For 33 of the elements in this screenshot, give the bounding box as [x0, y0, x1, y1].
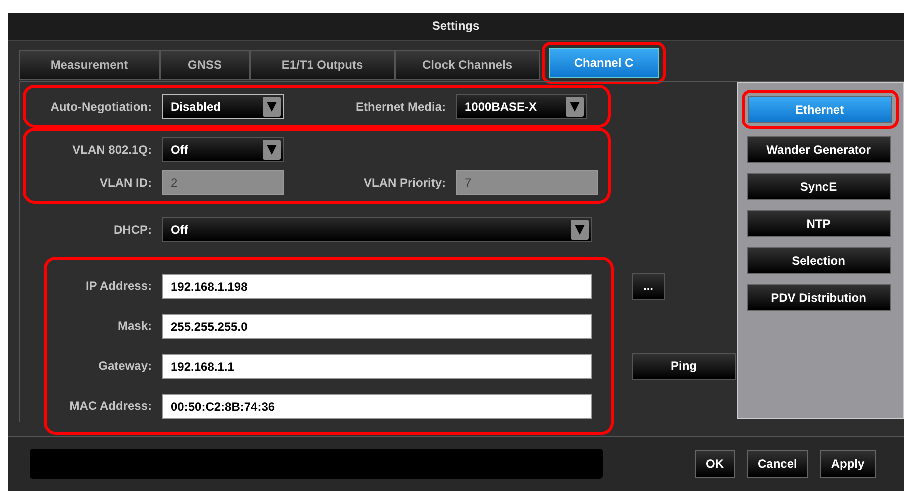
- field-label: VLAN 802.1Q:: [72, 142, 153, 156]
- button[interactable]: OK: [695, 450, 735, 478]
- dropdown[interactable]: Off: [162, 137, 284, 162]
- sidebar-button[interactable]: PDV Distribution: [746, 284, 891, 311]
- input-field[interactable]: 255.255.255.0: [162, 314, 592, 338]
- button[interactable]: Ping: [632, 352, 736, 380]
- field-label: IP Address:: [84, 279, 153, 293]
- dropdown[interactable]: 1000BASE-X: [456, 94, 587, 119]
- button[interactable]: Apply: [820, 450, 876, 478]
- tab[interactable]: GNSS: [160, 50, 250, 80]
- input-field[interactable]: 192.168.1.198: [162, 274, 592, 298]
- tab[interactable]: Measurement: [19, 50, 160, 80]
- field-label: DHCP:: [113, 222, 153, 236]
- dropdown[interactable]: Disabled: [162, 94, 284, 119]
- field-label: Auto-Negotiation:: [50, 100, 153, 114]
- sidebar-button[interactable]: NTP: [746, 210, 891, 237]
- field-label: Gateway:: [98, 359, 153, 373]
- tab[interactable]: E1/T1 Outputs: [250, 50, 395, 80]
- sidebar-button[interactable]: Wander Generator: [746, 136, 891, 163]
- input-field[interactable]: 192.168.1.1: [162, 354, 592, 378]
- field-label: VLAN ID:: [99, 176, 153, 190]
- input-field[interactable]: 00:50:C2:8B:74:36: [162, 394, 592, 418]
- field-label: MAC Address:: [68, 399, 153, 413]
- sidebar-button[interactable]: Selection: [746, 247, 891, 274]
- tab[interactable]: Clock Channels: [395, 50, 540, 80]
- field-label: Ethernet Media:: [354, 100, 447, 114]
- field-label: VLAN Priority:: [362, 176, 447, 190]
- sidebar-button[interactable]: SyncE: [746, 173, 891, 200]
- button[interactable]: Cancel: [747, 450, 808, 478]
- window-title: Settings: [8, 13, 904, 41]
- dropdown[interactable]: Off: [162, 217, 592, 242]
- field-label: Mask:: [116, 319, 153, 333]
- button[interactable]: ...: [632, 272, 665, 300]
